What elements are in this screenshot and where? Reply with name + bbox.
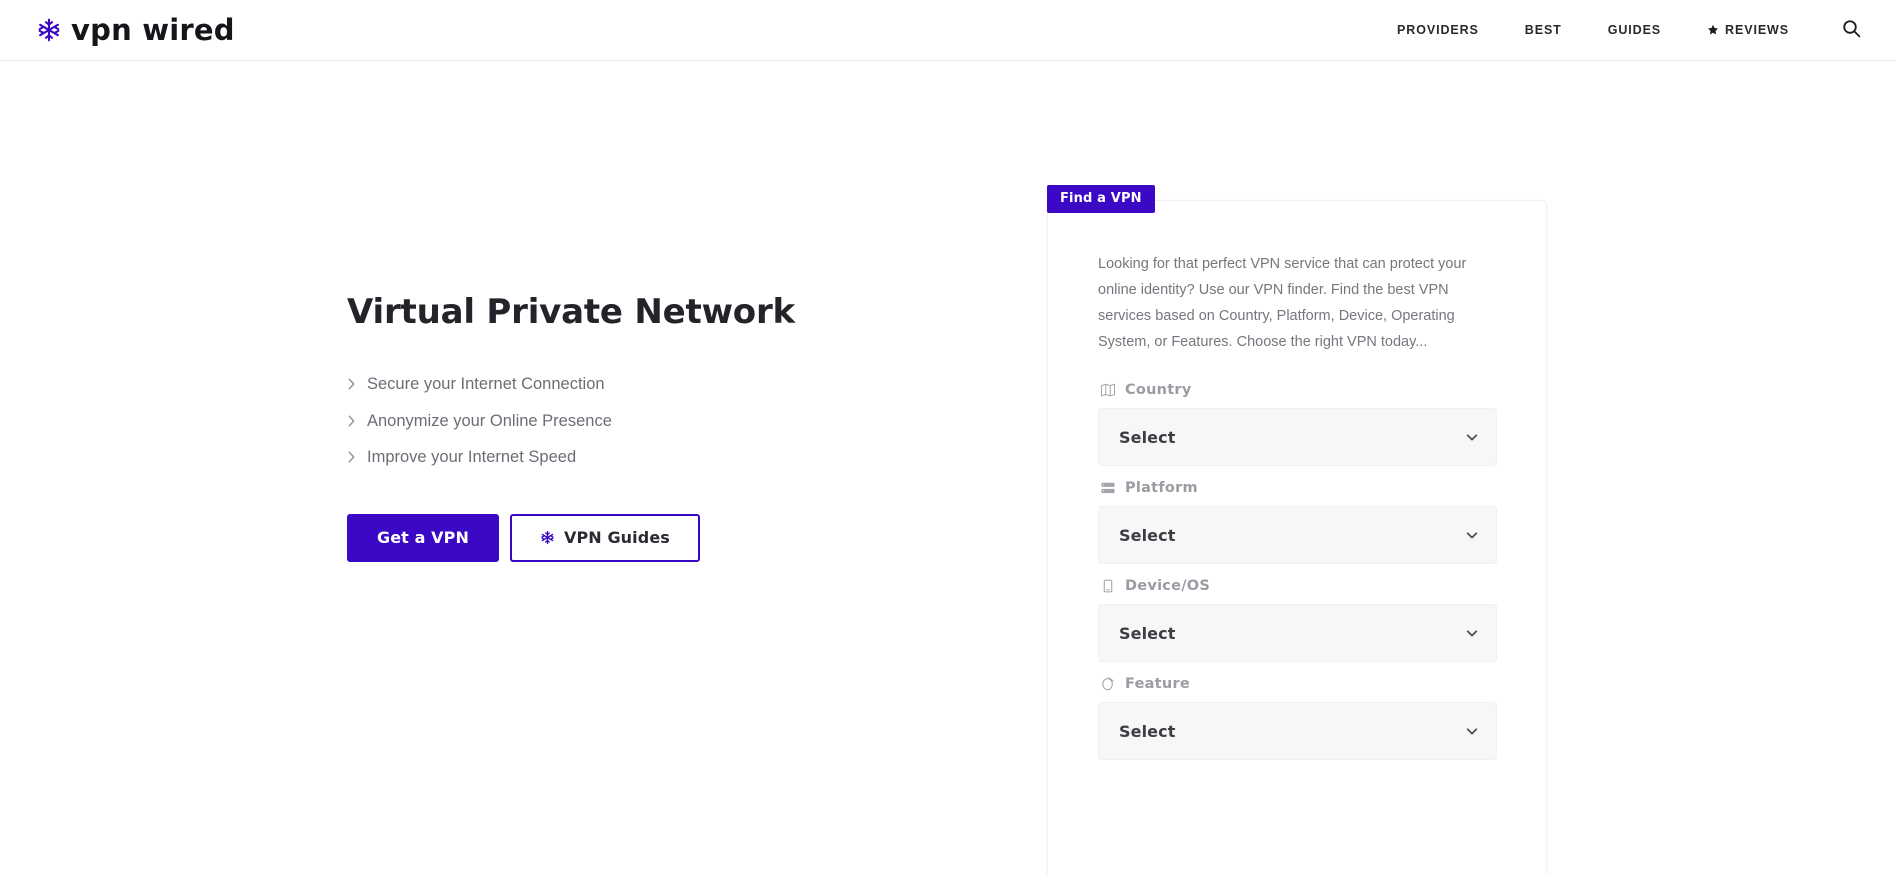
loop-icon [1100,676,1116,692]
main-navigation: PROVIDERS BEST GUIDES REVIEWS [1374,13,1896,47]
country-select-value: Select [1119,428,1175,447]
country-select[interactable]: Select [1098,408,1497,466]
hero-section: Virtual Private Network Secure your Inte… [347,293,967,562]
vpn-guides-button[interactable]: VPN Guides [510,514,700,562]
list-item-label: Secure your Internet Connection [367,376,605,393]
snowflake-icon [36,17,62,43]
finder-intro-text: Looking for that perfect VPN service tha… [1048,201,1546,355]
field-label-text: Feature [1125,677,1190,692]
finder-fields: Country Select [1048,355,1546,760]
feature-select[interactable]: Select [1098,702,1497,760]
list-item: Anonymize your Online Presence [347,403,967,440]
nav-item-reviews[interactable]: REVIEWS [1684,23,1812,37]
brand-name: vpn wired [71,16,235,45]
platform-select-value: Select [1119,526,1175,545]
brand-logo[interactable]: vpn wired [36,16,235,45]
get-a-vpn-button[interactable]: Get a VPN [347,514,499,562]
vpn-finder-card: Find a VPN Looking for that perfect VPN … [1047,200,1547,874]
list-item-label: Improve your Internet Speed [367,449,576,466]
field-platform-label: Platform [1100,480,1497,496]
chevron-right-icon [347,450,356,464]
chevron-right-icon [347,414,356,428]
device-os-select[interactable]: Select [1098,604,1497,662]
vpn-guides-button-label: VPN Guides [564,528,670,547]
search-button[interactable] [1834,13,1868,47]
page-title: Virtual Private Network [347,293,967,332]
snowflake-icon [540,530,555,545]
chevron-down-icon [1465,626,1479,640]
feature-select-value: Select [1119,722,1175,741]
search-icon [1841,18,1862,42]
platform-select[interactable]: Select [1098,506,1497,564]
field-device-os: Device/OS Select [1098,578,1497,662]
nav-item-guides[interactable]: GUIDES [1585,23,1684,37]
list-item: Secure your Internet Connection [347,366,967,403]
chevron-down-icon [1465,430,1479,444]
nav-item-label: GUIDES [1608,23,1661,37]
get-a-vpn-button-label: Get a VPN [377,528,469,547]
field-label-text: Device/OS [1125,579,1210,594]
field-feature: Feature Select [1098,676,1497,760]
list-item-label: Anonymize your Online Presence [367,413,612,430]
field-label-text: Country [1125,383,1192,398]
page-body: Virtual Private Network Secure your Inte… [0,61,1896,874]
chevron-right-icon [347,377,356,391]
status-badge: Find a VPN [1047,185,1155,213]
field-country: Country Select [1098,382,1497,466]
chevron-down-icon [1465,724,1479,738]
hero-benefit-list: Secure your Internet Connection Anonymiz… [347,366,967,476]
nav-item-label: BEST [1525,23,1562,37]
server-icon [1100,480,1116,496]
field-feature-label: Feature [1100,676,1497,692]
field-country-label: Country [1100,382,1497,398]
tablet-icon [1100,578,1116,594]
map-icon [1100,382,1116,398]
field-label-text: Platform [1125,481,1198,496]
nav-item-label: REVIEWS [1725,23,1789,37]
nav-item-best[interactable]: BEST [1502,23,1585,37]
list-item: Improve your Internet Speed [347,439,967,476]
star-icon [1707,24,1719,36]
nav-item-providers[interactable]: PROVIDERS [1374,23,1502,37]
field-platform: Platform Select [1098,480,1497,564]
hero-actions: Get a VPN [347,514,967,562]
chevron-down-icon [1465,528,1479,542]
field-device-os-label: Device/OS [1100,578,1497,594]
site-header: vpn wired PROVIDERS BEST GUIDES REVIEWS [0,0,1896,61]
device-os-select-value: Select [1119,624,1175,643]
nav-item-label: PROVIDERS [1397,23,1479,37]
